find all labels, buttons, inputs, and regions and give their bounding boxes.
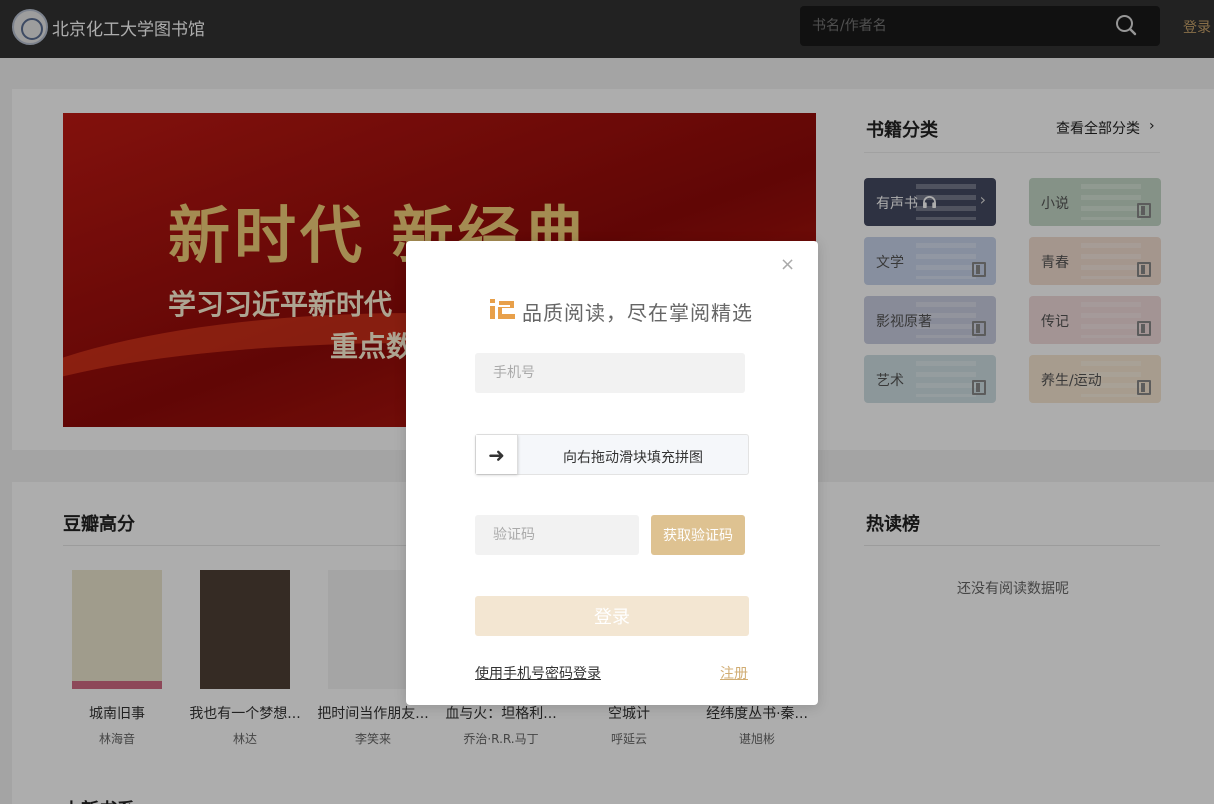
get-code-button[interactable]: 获取验证码 xyxy=(651,515,745,555)
captcha-hint: 向右拖动滑块填充拼图 xyxy=(563,450,703,466)
close-icon[interactable]: × xyxy=(780,256,795,274)
captcha-slider-handle[interactable]: ➜ xyxy=(476,435,518,474)
login-button[interactable]: 登录 xyxy=(475,596,749,636)
modal-slogan: 品质阅读，尽在掌阅精选 xyxy=(522,301,753,325)
register-link[interactable]: 注册 xyxy=(720,663,748,683)
arrow-right-icon: ➜ xyxy=(488,442,505,467)
brand-logo-icon xyxy=(490,299,515,319)
password-login-link[interactable]: 使用手机号密码登录 xyxy=(475,663,601,683)
login-modal: × 品质阅读，尽在掌阅精选 ➜ 向右拖动滑块填充拼图 获取验证码 登录 使用手机… xyxy=(406,241,818,705)
verification-code-input[interactable] xyxy=(475,515,639,555)
phone-input[interactable] xyxy=(475,353,745,393)
